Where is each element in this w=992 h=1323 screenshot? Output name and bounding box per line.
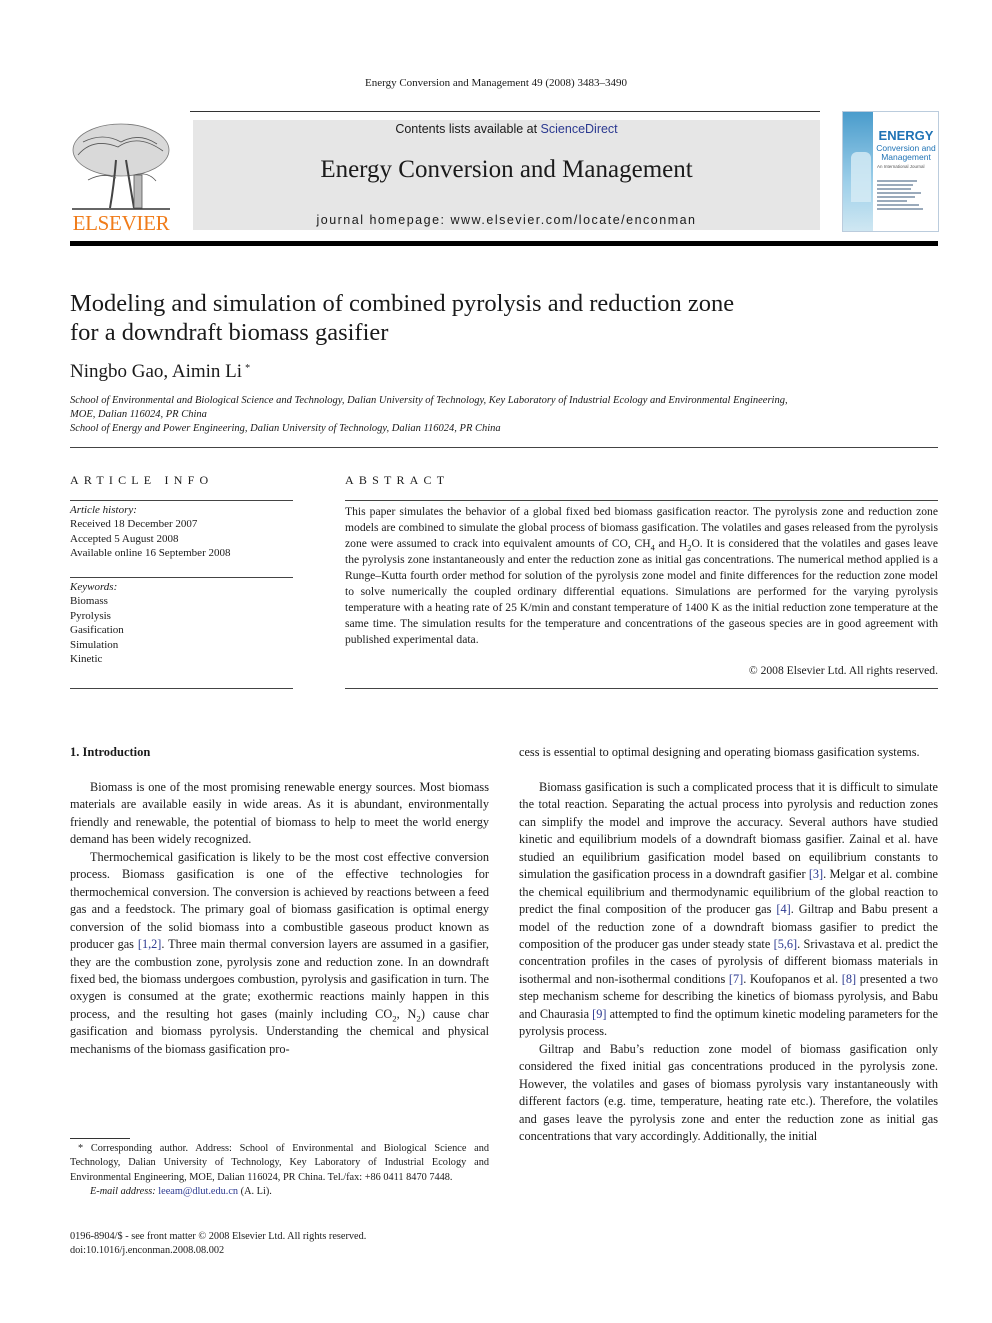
text-run: Thermochemical gasification is likely to…	[70, 849, 489, 952]
cover-title: ENERGY	[878, 128, 934, 143]
cooling-tower-icon	[851, 152, 871, 202]
homepage-label: journal homepage:	[316, 213, 451, 227]
email-link[interactable]: leeam@dlut.edu.cn	[158, 1186, 238, 1197]
citation-link[interactable]: [7]	[729, 972, 743, 986]
citation-link[interactable]: [5,6]	[774, 937, 798, 951]
journal-homepage: journal homepage: www.elsevier.com/locat…	[193, 213, 820, 227]
contents-availability: Contents lists available at ScienceDirec…	[193, 122, 820, 136]
keyword: Gasification	[70, 624, 124, 637]
title-line-2: for a downdraft biomass gasifier	[70, 319, 389, 346]
cover-text-line	[877, 184, 913, 186]
corresponding-author-mark[interactable]: *	[245, 363, 250, 374]
footnote: * Corresponding author. Address: School …	[70, 1142, 489, 1199]
citation-link[interactable]: [4]	[776, 902, 790, 916]
cover-text-line	[877, 180, 917, 182]
text-run: cess is essential to optimal designing a…	[519, 745, 920, 759]
affiliation-2: School of Energy and Power Engineering, …	[70, 423, 501, 434]
cover-tagline: An International Journal	[877, 164, 925, 169]
cover-subtitle: Conversion and Management	[875, 144, 937, 162]
cover-text-line	[877, 188, 911, 190]
author-list: Ningbo Gao, Aimin Li *	[70, 361, 250, 383]
abstract-text-run: and H	[654, 537, 688, 550]
footnote-text: Corresponding author. Address: School of…	[70, 1143, 489, 1183]
keyword: Simulation	[70, 638, 119, 651]
text-run: , N	[396, 1006, 417, 1021]
cover-text-line	[877, 192, 921, 194]
paragraph: Biomass is one of the most promising ren…	[70, 780, 489, 847]
keywords: Keywords: Biomass Pyrolysis Gasification…	[70, 580, 293, 666]
section-heading: 1. Introduction	[70, 745, 151, 759]
abstract-label: ABSTRACT	[345, 473, 450, 487]
header-rule	[70, 447, 938, 448]
cover-text-line	[877, 200, 907, 202]
cover-text-line	[877, 196, 915, 198]
paragraph: Biomass gasification is such a complicat…	[519, 779, 938, 1041]
history-accepted: Accepted 5 August 2008	[70, 532, 179, 545]
divider	[70, 688, 293, 689]
keyword: Pyrolysis	[70, 609, 111, 622]
journal-title: Energy Conversion and Management	[320, 156, 693, 183]
body-column-right: cess is essential to optimal designing a…	[519, 744, 938, 1145]
citation-link[interactable]: [9]	[592, 1007, 606, 1021]
running-head: Energy Conversion and Management 49 (200…	[365, 77, 627, 89]
cover-subtitle-2: Management	[881, 152, 931, 162]
paragraph: Thermochemical gasification is likely to…	[70, 849, 489, 1058]
email-label: E-mail address:	[90, 1185, 159, 1197]
keyword: Biomass	[70, 595, 108, 608]
divider	[70, 577, 293, 578]
text-run: Biomass gasification is such a complicat…	[519, 779, 938, 882]
keyword: Kinetic	[70, 653, 103, 666]
affiliation-1: School of Environmental and Biological S…	[70, 395, 788, 406]
divider	[345, 688, 938, 689]
homepage-url[interactable]: www.elsevier.com/locate/enconman	[451, 213, 697, 227]
article-info-label: ARTICLE INFO	[70, 473, 214, 487]
history-received: Received 18 December 2007	[70, 518, 198, 531]
doi[interactable]: doi:10.1016/j.enconman.2008.08.002	[70, 1244, 570, 1258]
affiliation-1-cont: MOE, Dalian 116024, PR China	[70, 409, 207, 420]
front-matter: 0196-8904/$ - see front matter © 2008 El…	[70, 1230, 570, 1259]
issn-line: 0196-8904/$ - see front matter © 2008 El…	[70, 1231, 367, 1242]
paragraph: Giltrap and Babu’s reduction zone model …	[519, 1041, 938, 1143]
email-suffix: (A. Li).	[238, 1185, 272, 1197]
divider	[345, 500, 938, 501]
citation-link[interactable]: [1,2]	[138, 937, 162, 951]
masthead-divider	[70, 241, 938, 246]
citation-link[interactable]: [3]	[809, 867, 823, 881]
history-online: Available online 16 September 2008	[70, 547, 231, 560]
article-title: Modeling and simulation of combined pyro…	[70, 289, 850, 347]
sciencedirect-link[interactable]: ScienceDirect	[541, 122, 618, 136]
article-history: Article history: Received 18 December 20…	[70, 503, 293, 561]
history-heading: Article history:	[70, 504, 137, 516]
title-line-1: Modeling and simulation of combined pyro…	[70, 290, 735, 317]
footnote-rule	[70, 1138, 130, 1139]
journal-cover-image: ENERGY Conversion and Management An Inter…	[842, 111, 939, 232]
cover-text-line	[877, 204, 919, 206]
text-run: . Koufopanos et al.	[743, 971, 842, 986]
journal-masthead: Contents lists available at ScienceDirec…	[193, 120, 820, 230]
header-divider	[190, 111, 820, 112]
citation-link[interactable]: [8]	[842, 972, 856, 986]
abstract-body: This paper simulates the behavior of a g…	[345, 504, 938, 648]
copyright-notice: © 2008 Elsevier Ltd. All rights reserved…	[748, 664, 938, 677]
paragraph-continuation: cess is essential to optimal designing a…	[519, 744, 938, 779]
elsevier-wordmark: ELSEVIER	[72, 211, 170, 235]
body-column-left: Biomass is one of the most promising ren…	[70, 779, 489, 1058]
keywords-heading: Keywords:	[70, 581, 118, 593]
divider	[70, 500, 293, 501]
abstract-text-run: O. It is considered that the volatiles a…	[345, 537, 938, 646]
contents-prefix: Contents lists available at	[395, 122, 541, 136]
authors-names[interactable]: Ningbo Gao, Aimin Li	[70, 361, 242, 382]
cover-text-line	[877, 208, 923, 210]
